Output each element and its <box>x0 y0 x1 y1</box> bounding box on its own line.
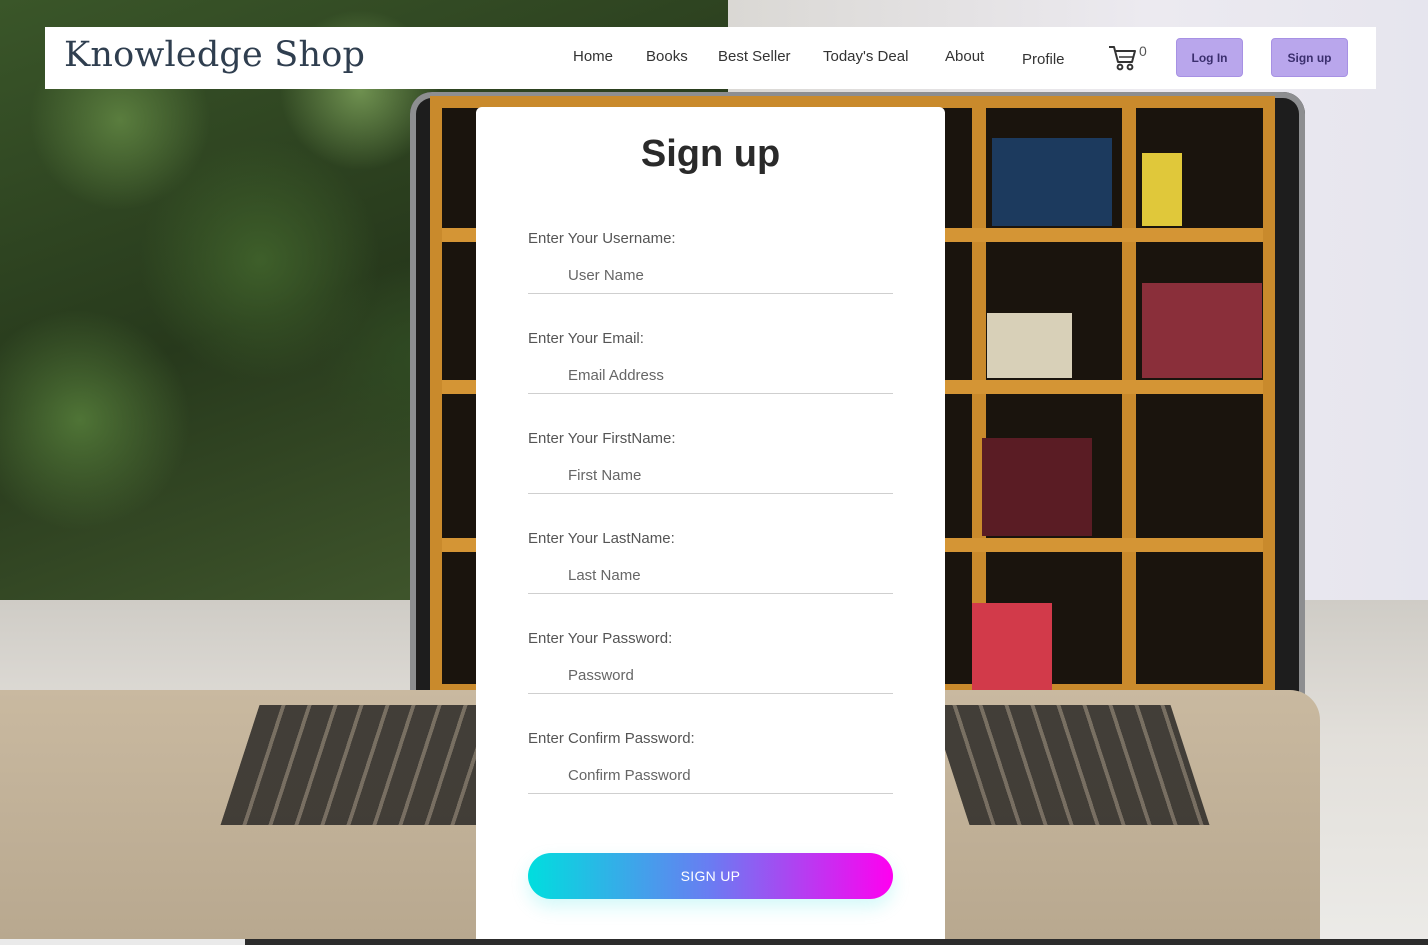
username-label: Enter Your Username: <box>528 230 676 247</box>
nav-books[interactable]: Books <box>646 48 688 65</box>
firstname-group: Enter Your FirstName: <box>528 430 893 530</box>
lastname-group: Enter Your LastName: <box>528 530 893 630</box>
signup-submit-button[interactable]: SIGN UP <box>528 853 893 899</box>
taskbar-strip <box>0 939 1428 945</box>
cart-count-badge: 0 <box>1139 43 1147 59</box>
books <box>982 438 1092 536</box>
lastname-label: Enter Your LastName: <box>528 530 675 547</box>
cart-icon[interactable] <box>1107 43 1139 73</box>
username-input[interactable] <box>528 252 893 294</box>
shelf-divider <box>1122 108 1136 684</box>
email-input[interactable] <box>528 352 893 394</box>
background-keyboard <box>930 705 1210 825</box>
email-label: Enter Your Email: <box>528 330 644 347</box>
password-label: Enter Your Password: <box>528 630 673 647</box>
nav-profile[interactable]: Profile <box>1022 51 1065 68</box>
signup-card: Sign up Enter Your Username: Enter Your … <box>476 107 945 939</box>
background-keyboard <box>220 705 520 825</box>
books <box>972 603 1052 693</box>
nav-todays-deal[interactable]: Today's Deal <box>823 48 908 65</box>
books <box>1142 153 1182 226</box>
books <box>992 138 1112 226</box>
username-group: Enter Your Username: <box>528 230 893 330</box>
header-signup-button[interactable]: Sign up <box>1271 38 1348 77</box>
firstname-label: Enter Your FirstName: <box>528 430 676 447</box>
login-button[interactable]: Log In <box>1176 38 1243 77</box>
books <box>987 313 1072 378</box>
confirm-password-input[interactable] <box>528 752 893 794</box>
firstname-input[interactable] <box>528 452 893 494</box>
confirm-password-label: Enter Confirm Password: <box>528 730 695 747</box>
site-header: Knowledge Shop Home Books Best Seller To… <box>45 27 1376 89</box>
nav-about[interactable]: About <box>945 48 984 65</box>
email-group: Enter Your Email: <box>528 330 893 430</box>
books <box>1142 283 1262 378</box>
password-group: Enter Your Password: <box>528 630 893 730</box>
nav-home[interactable]: Home <box>573 48 613 65</box>
lastname-input[interactable] <box>528 552 893 594</box>
confirm-password-group: Enter Confirm Password: <box>528 730 893 830</box>
password-input[interactable] <box>528 652 893 694</box>
page-title: Sign up <box>640 133 781 175</box>
taskbar-segment <box>0 939 245 945</box>
shelf-divider <box>972 108 986 684</box>
nav-best-seller[interactable]: Best Seller <box>718 48 791 65</box>
